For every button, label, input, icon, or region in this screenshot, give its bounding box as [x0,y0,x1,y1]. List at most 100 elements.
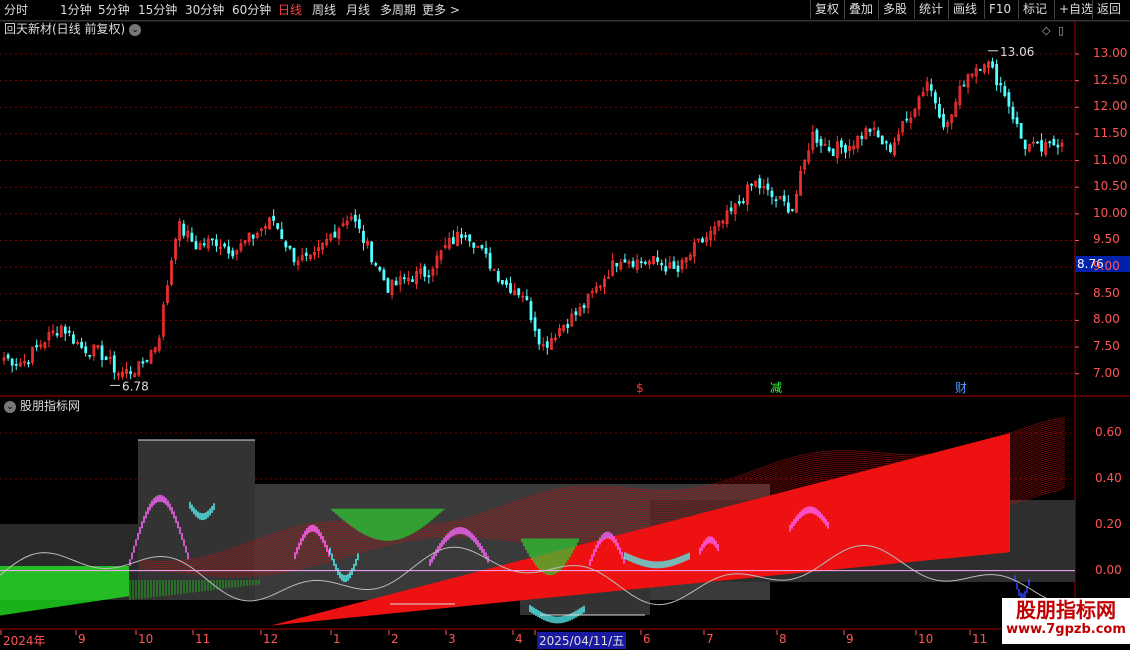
toolbar-button-0[interactable]: 复权 [810,0,843,19]
date-axis: 2024年 9 10 11 12 1 2 3 4 2025/04/11/五 6 7 8 9 10 11 [0,630,1075,650]
period-9[interactable]: 多周期 [380,2,416,18]
candle-body [643,261,647,264]
main-chart-title: 回天新材(日线 前复权) ⌄ [4,21,142,37]
period-1[interactable]: 1分钟 [60,2,92,18]
candle-body [766,183,770,190]
candle-body [378,266,382,271]
date-label: 11 [195,632,211,646]
candle-body [770,190,774,197]
candle-body [1003,86,1007,97]
chevron-down-icon[interactable]: ⌄ [4,400,16,413]
indicator-title: ⌄ 股朋指标网 [4,398,80,414]
watermark-line1: 股朋指标网 [1016,598,1116,622]
candle-body [860,135,864,140]
candle-body [991,61,994,68]
toolbar-button-5[interactable]: F10 [984,0,1015,19]
period-6[interactable]: 日线 [278,2,302,18]
candle-body [840,140,843,148]
candle-body [741,201,745,203]
candle-body [182,223,186,236]
candle-body [215,239,218,247]
candle-body [129,371,133,374]
candle-body [978,69,982,71]
candle-body [84,346,88,354]
candle-body [545,341,549,348]
low-label: 6.78 [122,379,149,393]
candle-body [933,92,937,104]
candle-body [251,234,255,239]
candle-body [141,361,145,364]
candle-body [80,341,84,348]
date-label: 10 [138,632,154,646]
date-label: 9 [846,632,854,646]
candle-body [423,266,427,277]
candle-body [537,328,541,345]
price-tick-label: 10.00 [1093,205,1128,220]
toolbar-button-8[interactable]: 返回 [1092,0,1125,19]
period-0[interactable]: 分时 [4,2,28,18]
candle-body [67,330,71,333]
candle-body [362,230,365,243]
toolbar-button-1[interactable]: 叠加 [844,0,877,19]
toolbar-button-3[interactable]: 统计 [914,0,947,19]
candle-body [868,128,872,132]
candle-body [357,219,361,229]
date-label: 3 [448,632,456,646]
candle-body [272,215,276,221]
date-label: 1 [333,632,341,646]
stock-chart[interactable]: 13.06 6.78 $ 减 财 ◇ ▯ [0,0,1130,650]
period-10[interactable]: 更多 > [422,2,460,18]
candle-body [525,296,529,300]
candle-body [660,263,664,266]
candle-body [370,241,374,263]
price-tick-label: 12.50 [1093,72,1128,87]
candle-body [496,271,500,282]
candle-body [394,280,398,286]
candle-body [831,148,835,157]
candle-body [292,247,296,263]
price-tick-label: 9.00 [1093,259,1120,274]
period-4[interactable]: 30分钟 [185,2,224,18]
period-2[interactable]: 5分钟 [98,2,130,18]
candle-body [639,261,643,264]
chevron-down-icon[interactable]: ⌄ [129,23,142,36]
toolbar-button-4[interactable]: 画线 [948,0,981,19]
candle-body [999,83,1003,86]
date-label: 2 [391,632,399,646]
candle-body [1048,141,1052,144]
candle-body [676,265,680,272]
indicator-tick-label: 0.60 [1095,424,1122,439]
candle-body [582,304,586,309]
candle-body [750,183,753,186]
period-5[interactable]: 60分钟 [232,2,271,18]
candle-body [880,135,884,145]
price-tick-label: 11.00 [1093,152,1128,167]
candle-body [656,257,659,262]
candle-body [104,356,108,361]
period-3[interactable]: 15分钟 [138,2,177,18]
toolbar-button-6[interactable]: 标记 [1018,0,1051,19]
candle-body [905,118,909,121]
candle-body [827,147,831,152]
candle-body [27,362,30,365]
date-label: 2025/04/11/五 [537,632,627,649]
watermark: 股朋指标网 www.7gpzb.com [1002,598,1130,644]
candle-body [223,243,226,247]
indicator-name: 股朋指标网 [20,399,81,413]
candle-body [112,355,116,373]
period-7[interactable]: 周线 [312,2,336,18]
price-tick-label: 12.00 [1093,99,1128,114]
candle-body [884,141,888,144]
candle-body [484,247,488,254]
candle-body [889,144,892,152]
toolbar-button-7[interactable]: +自选 [1054,0,1097,19]
toolbar-button-2[interactable]: 多股 [878,0,911,19]
candle-body [480,245,484,249]
candle-body [464,235,467,238]
candle-body [145,359,149,362]
candle-body [276,223,280,229]
period-8[interactable]: 月线 [346,2,370,18]
candle-body [533,317,537,331]
indicator-tick-label: 0.00 [1095,562,1122,577]
stock-title: 回天新材(日线 前复权) [4,22,126,36]
